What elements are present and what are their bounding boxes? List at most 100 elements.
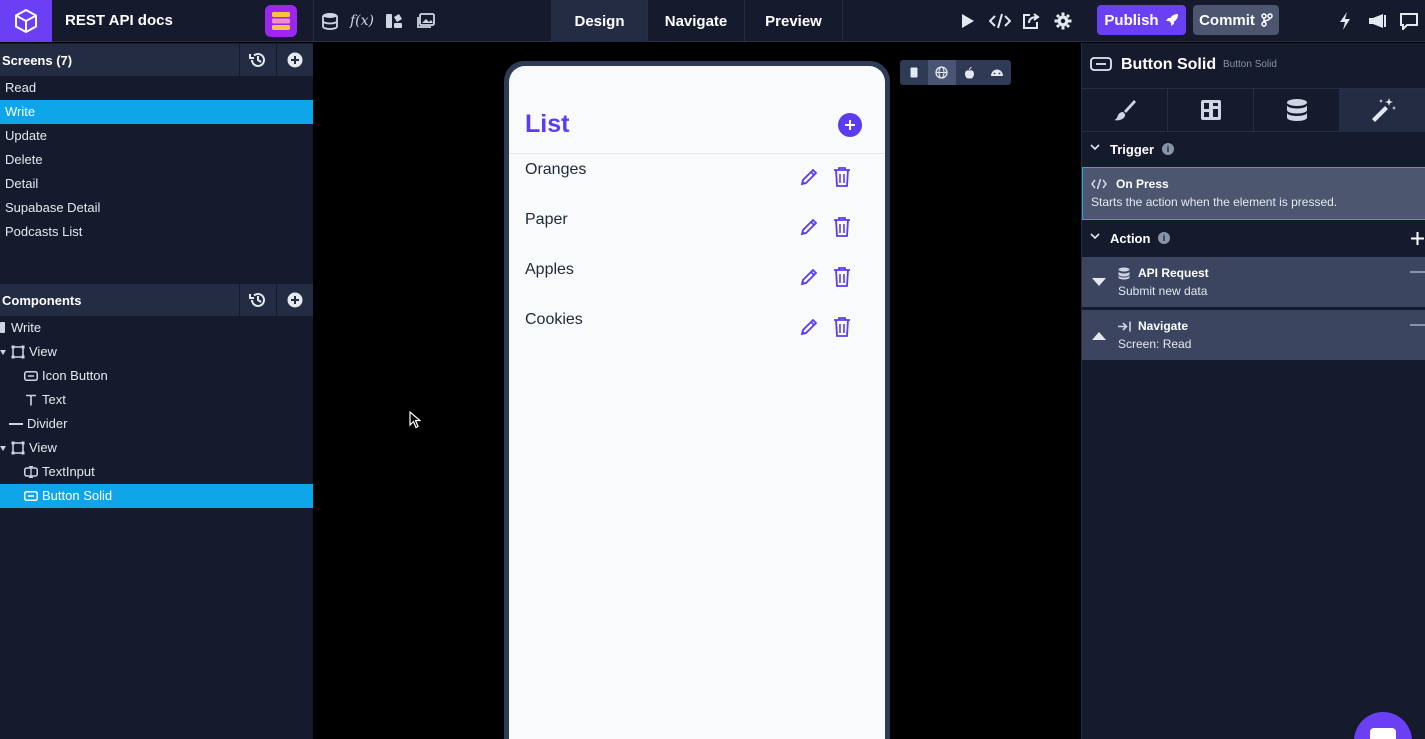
screens-header: Screens (7) bbox=[0, 44, 313, 76]
device-phone-icon[interactable] bbox=[900, 60, 928, 85]
caret-down-icon bbox=[0, 441, 8, 455]
list-item-label[interactable]: Cookies bbox=[525, 311, 583, 329]
trigger-section-title: Trigger bbox=[1110, 142, 1155, 157]
pencil-icon[interactable] bbox=[799, 217, 819, 237]
trash-icon[interactable] bbox=[832, 316, 852, 338]
chevron-down-icon bbox=[1090, 144, 1100, 151]
chat-icon[interactable] bbox=[1398, 11, 1420, 31]
chat-icon bbox=[1370, 728, 1396, 739]
tree-item-icon-button[interactable]: Icon Button bbox=[0, 364, 313, 388]
list-item[interactable]: Apples bbox=[509, 261, 885, 311]
plus-icon bbox=[845, 120, 855, 130]
info-icon[interactable]: i bbox=[1162, 143, 1174, 155]
tree-item-textinput[interactable]: TextInput bbox=[0, 460, 313, 484]
inspector-title: Button Solid bbox=[1121, 56, 1217, 73]
screen-item-podcasts-list[interactable]: Podcasts List bbox=[0, 220, 313, 244]
publish-button[interactable]: Publish bbox=[1097, 5, 1186, 35]
megaphone-icon[interactable] bbox=[1366, 11, 1388, 31]
tab-style[interactable] bbox=[1082, 89, 1168, 131]
project-title[interactable]: REST API docs bbox=[65, 12, 173, 29]
device-web-icon[interactable] bbox=[927, 60, 956, 85]
function-icon[interactable]: f(x) bbox=[350, 11, 374, 31]
history-icon[interactable] bbox=[239, 44, 276, 76]
list-item[interactable]: Oranges bbox=[509, 161, 885, 211]
text-icon bbox=[24, 393, 38, 407]
action-title: API Request bbox=[1138, 266, 1209, 280]
screen-item-detail[interactable]: Detail bbox=[0, 172, 313, 196]
lightning-icon[interactable] bbox=[1335, 11, 1355, 31]
list-item-label[interactable]: Oranges bbox=[525, 161, 586, 179]
design-canvas[interactable]: List Oranges Paper Apples Cookies bbox=[313, 43, 1081, 739]
tree-item-label: View bbox=[29, 440, 57, 455]
branch-icon bbox=[1261, 13, 1273, 27]
screen-item-update[interactable]: Update bbox=[0, 124, 313, 148]
tree-item-write[interactable]: Write bbox=[0, 316, 313, 340]
commit-button[interactable]: Commit bbox=[1193, 5, 1279, 35]
tab-interactions[interactable] bbox=[1340, 89, 1425, 131]
tree-item-view[interactable]: View bbox=[0, 436, 313, 460]
add-action-icon[interactable] bbox=[1411, 232, 1424, 245]
tree-item-text[interactable]: Text bbox=[0, 388, 313, 412]
remove-action-icon[interactable] bbox=[1410, 271, 1425, 273]
tree-item-button-solid[interactable]: Button Solid bbox=[0, 484, 313, 508]
list-item[interactable]: Cookies bbox=[509, 311, 885, 361]
screen-item-supabase-detail[interactable]: Supabase Detail bbox=[0, 196, 313, 220]
action-section-header[interactable]: Action i bbox=[1082, 222, 1425, 256]
caret-down-icon[interactable] bbox=[1092, 278, 1106, 286]
tree-item-label: Button Solid bbox=[42, 488, 113, 503]
settings-gear-icon[interactable] bbox=[1053, 11, 1073, 31]
device-android-icon[interactable] bbox=[983, 60, 1011, 85]
tab-layout[interactable] bbox=[1168, 89, 1254, 131]
view-frame-icon bbox=[11, 441, 25, 455]
commit-label: Commit bbox=[1199, 11, 1255, 29]
top-bar: REST API docs f(x) Design Navigate Previ… bbox=[0, 0, 1425, 42]
caret-up-icon[interactable] bbox=[1092, 332, 1106, 340]
add-screen-icon[interactable] bbox=[276, 44, 313, 76]
remove-action-icon[interactable] bbox=[1410, 324, 1425, 326]
add-item-button[interactable] bbox=[838, 113, 862, 137]
screen-item-delete[interactable]: Delete bbox=[0, 148, 313, 172]
list-item-label[interactable]: Paper bbox=[525, 211, 568, 229]
tree-item-divider[interactable]: Divider bbox=[0, 412, 313, 436]
tab-preview[interactable]: Preview bbox=[745, 0, 843, 42]
trash-icon[interactable] bbox=[832, 216, 852, 238]
app-logo-icon[interactable] bbox=[0, 0, 52, 42]
trigger-description: Starts the action when the element is pr… bbox=[1091, 195, 1338, 209]
tab-data[interactable] bbox=[1254, 89, 1340, 131]
code-icon[interactable] bbox=[989, 11, 1011, 31]
components-header: Components bbox=[0, 284, 313, 316]
share-icon[interactable] bbox=[1021, 11, 1041, 31]
trash-icon[interactable] bbox=[832, 266, 852, 288]
left-panel: Screens (7) Read Write Update Delete Det… bbox=[0, 43, 313, 739]
tab-design[interactable]: Design bbox=[552, 0, 648, 42]
support-chat-button[interactable] bbox=[1354, 712, 1412, 739]
database-icon[interactable] bbox=[320, 11, 340, 31]
action-navigate[interactable]: Navigate Screen: Read bbox=[1082, 310, 1425, 361]
play-icon[interactable] bbox=[957, 11, 977, 31]
screens-title: Screens (7) bbox=[2, 53, 73, 68]
trigger-section-header[interactable]: Trigger i bbox=[1082, 133, 1425, 167]
tree-item-view[interactable]: View bbox=[0, 340, 313, 364]
screen-item-read[interactable]: Read bbox=[0, 76, 313, 100]
list-title[interactable]: List bbox=[525, 110, 569, 139]
list-item[interactable]: Paper bbox=[509, 211, 885, 261]
info-icon[interactable]: i bbox=[1158, 232, 1170, 244]
add-component-icon[interactable] bbox=[276, 284, 313, 316]
pencil-icon[interactable] bbox=[799, 167, 819, 187]
screen-item-write[interactable]: Write bbox=[0, 100, 313, 124]
list-item-label[interactable]: Apples bbox=[525, 261, 574, 279]
action-api-request[interactable]: API Request Submit new data bbox=[1082, 257, 1425, 308]
database-icon bbox=[1286, 99, 1307, 121]
pencil-icon[interactable] bbox=[799, 267, 819, 287]
tab-navigate[interactable]: Navigate bbox=[648, 0, 745, 42]
theme-icon[interactable] bbox=[384, 11, 404, 31]
phone-screen[interactable]: List Oranges Paper Apples Cookies bbox=[509, 66, 885, 739]
history-icon[interactable] bbox=[239, 284, 276, 316]
trigger-on-press[interactable]: On Press Starts the action when the elem… bbox=[1082, 167, 1425, 220]
code-icon bbox=[1091, 178, 1107, 190]
pencil-icon[interactable] bbox=[799, 317, 819, 337]
device-ios-icon[interactable] bbox=[956, 60, 984, 85]
project-avatar[interactable] bbox=[265, 5, 297, 37]
trash-icon[interactable] bbox=[832, 166, 852, 188]
media-icon[interactable] bbox=[416, 11, 436, 31]
